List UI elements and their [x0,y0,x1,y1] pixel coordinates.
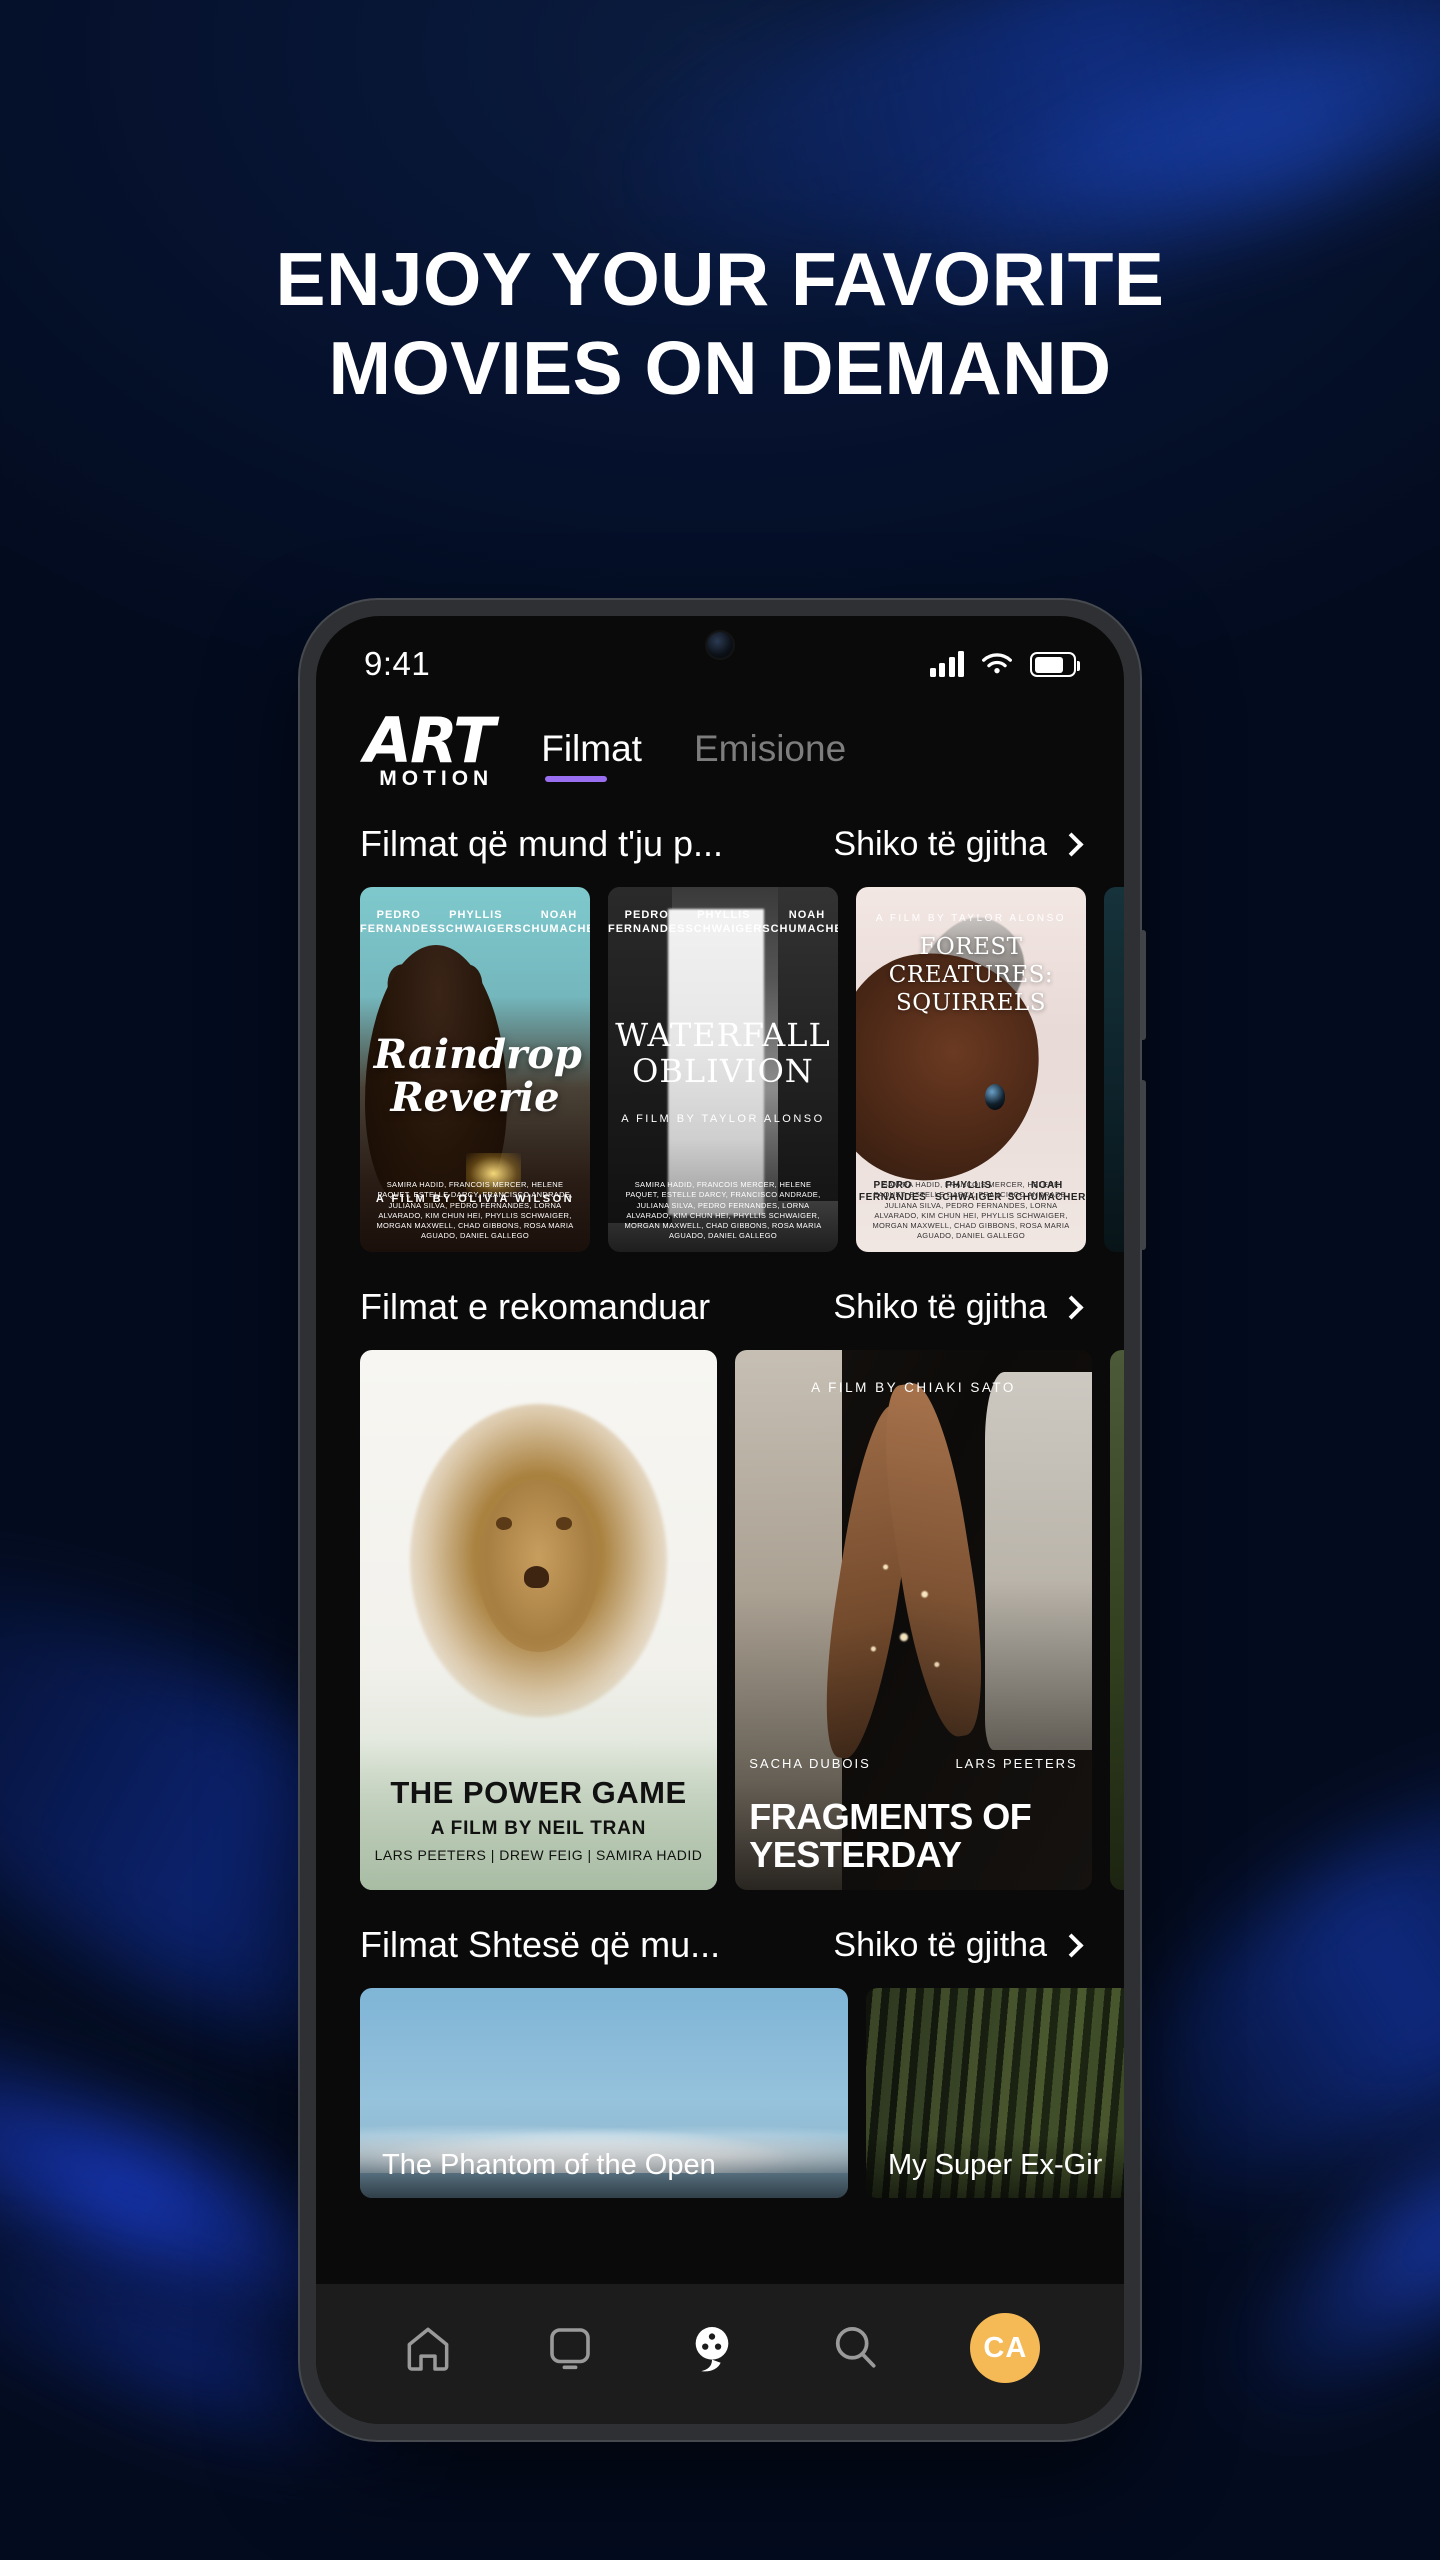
cast-name: PEDRO FERNANDES [360,908,438,935]
chevron-right-icon [1059,1294,1084,1320]
movie-poster-next-peek[interactable] [1110,1350,1124,1890]
decorative-shape [984,1371,1092,1750]
phone-mockup: 9:41 ART MOTION Filmat Emisione Filmat q… [300,600,1146,2440]
poster-info: THE POWER GAME A FILM BY NEIL TRAN LARS … [374,1775,702,1863]
avatar: CA [970,2313,1041,2383]
headline-line-1: ENJOY YOUR FAVORITE [275,237,1165,321]
see-all-button-1[interactable]: Shiko të gjitha [833,824,1084,864]
front-camera-icon [707,632,733,658]
promo-headline: ENJOY YOUR FAVORITE MOVIES ON DEMAND [0,235,1440,412]
phone-side-button [1140,930,1146,1040]
decorative-shape [495,1517,512,1530]
movie-poster-fragments-of-yesterday[interactable]: A FILM BY CHIAKI SATO SACHA DUBOIS LARS … [735,1350,1092,1890]
nav-profile-button[interactable]: CA [970,2313,1041,2383]
headline-line-2: MOVIES ON DEMAND [328,325,1112,410]
cast-name: PEDRO FERNANDES [608,908,686,935]
cast-name: PHYLLIS SCHWAIGER [685,908,763,935]
tv-icon [549,2328,590,2370]
see-all-label: Shiko të gjitha [833,1287,1047,1326]
tab-bar: Filmat Emisione [541,718,846,782]
poster-title-line-2: OBLIVION [632,1052,814,1091]
movie-row-2[interactable]: THE POWER GAME A FILM BY NEIL TRAN LARS … [316,1350,1124,1890]
poster-title: FOREST CREATURES: SQUIRRELS [863,934,1079,1017]
search-icon [836,2327,876,2368]
tab-emisione[interactable]: Emisione [694,728,846,782]
section-title: Filmat Shtesë që mu... [360,1924,721,1965]
poster-director: A FILM BY TAYLOR ALONSO [621,1113,825,1126]
section-header-2: Filmat e rekomanduar Shiko të gjitha [316,1286,1124,1328]
poster-director: A FILM BY CHIAKI SATO [811,1379,1016,1395]
poster-director: A FILM BY NEIL TRAN [430,1818,647,1839]
decorative-shape [524,1566,550,1588]
poster-cast: LARS PEETERS | DREW FEIG | SAMIRA HADID [374,1847,703,1863]
light-streak [1198,2032,1440,2448]
poster-title-line-2: SQUIRRELS [895,989,1046,1016]
poster-credits: SAMIRA HADID, FRANCOIS MERCER, HELENE PA… [872,1180,1070,1240]
card-title: The Phantom of the Open [360,2135,848,2198]
see-all-label: Shiko të gjitha [833,824,1047,863]
film-reel-icon [695,2327,729,2372]
wifi-icon [982,653,1012,674]
poster-credits: SAMIRA HADID, FRANCOIS MERCER, HELENE PA… [376,1180,574,1240]
section-title: Filmat e rekomanduar [360,1286,711,1327]
see-all-button-2[interactable]: Shiko të gjitha [833,1287,1084,1327]
movie-poster-the-power-game[interactable]: THE POWER GAME A FILM BY NEIL TRAN LARS … [360,1350,717,1890]
section-header-3: Filmat Shtesë që mu... Shiko të gjitha [316,1924,1124,1966]
movie-card-the-phantom-of-the-open[interactable]: The Phantom of the Open [360,1988,848,2198]
poster-title: Raindrop Reverie [373,1031,582,1122]
poster-title-line-2: YESTERDAY [749,1834,962,1876]
logo-main-text: ART [364,704,495,777]
poster-cast: PEDRO FERNANDES PHYLLIS SCHWAIGER NOAH S… [360,909,590,937]
poster-title: WATERFALL OBLIVION [615,1018,831,1090]
tab-filmat[interactable]: Filmat [541,728,642,782]
cast-name: PHYLLIS SCHWAIGER [437,908,515,935]
poster-director: A FILM BY TAYLOR ALONSO [875,912,1067,924]
nav-fade [316,2258,1124,2284]
poster-title-line-1: WATERFALL [615,1016,831,1055]
chevron-right-icon [1059,831,1084,857]
nav-tv-button[interactable] [543,2321,597,2375]
poster-title: FRAGMENTS OF YESTERDAY [749,1798,1077,1874]
chevron-right-icon [1059,1932,1084,1958]
home-icon [407,2327,449,2371]
movie-poster-waterfall-oblivion[interactable]: PEDRO FERNANDES PHYLLIS SCHWAIGER NOAH S… [608,887,838,1252]
battery-icon [1030,652,1080,677]
poster-cast: SACHA DUBOIS LARS PEETERS [749,1756,1077,1771]
cast-name: SACHA DUBOIS [749,1756,871,1772]
phone-screen: 9:41 ART MOTION Filmat Emisione Filmat q… [316,616,1124,2424]
see-all-button-3[interactable]: Shiko të gjitha [833,1925,1084,1965]
movie-row-3[interactable]: The Phantom of the Open Wil For My Super… [316,1988,1124,2198]
poster-title: THE POWER GAME [390,1775,687,1810]
app-logo: ART MOTION [364,704,495,790]
see-all-label: Shiko të gjitha [833,1925,1047,1964]
nav-search-button[interactable] [827,2320,883,2376]
movie-card-my-super-ex-girlfriend[interactable]: Wil For My Super Ex-Gir [866,1988,1124,2198]
app-header: ART MOTION Filmat Emisione [316,694,1124,790]
movie-poster-raindrop-reverie[interactable]: PEDRO FERNANDES PHYLLIS SCHWAIGER NOAH S… [360,887,590,1252]
nav-home-button[interactable] [400,2320,456,2376]
cast-name: NOAH SCHUMACHER [514,908,590,935]
nav-movies-button[interactable] [684,2320,740,2376]
movie-poster-next-peek[interactable] [1104,887,1124,1252]
poster-title-line-1: FOREST CREATURES: [888,934,1054,989]
logo-sub-text: MOTION [379,767,494,790]
card-title: My Super Ex-Gir [866,2135,1124,2198]
cellular-bars-icon [929,651,964,677]
poster-credits: SAMIRA HADID, FRANCOIS MERCER, HELENE PA… [624,1180,822,1240]
decorative-shape [849,1528,971,1723]
status-time: 9:41 [364,645,431,682]
poster-cast: PEDRO FERNANDES PHYLLIS SCHWAIGER NOAH S… [608,909,838,937]
section-title: Filmat që mund t'ju p... [360,823,724,864]
decorative-shape [984,1084,1006,1110]
cast-name: NOAH SCHUMACHER [762,908,838,935]
status-icons [929,651,1080,677]
movie-row-1[interactable]: PEDRO FERNANDES PHYLLIS SCHWAIGER NOAH S… [316,887,1124,1252]
poster-title-line-1: FRAGMENTS OF [749,1796,1032,1838]
movie-poster-forest-creatures[interactable]: A FILM BY TAYLOR ALONSO FOREST CREATURES… [856,887,1086,1252]
cast-name: LARS PEETERS [955,1756,1078,1772]
section-header-1: Filmat që mund t'ju p... Shiko të gjitha [316,823,1124,865]
phone-side-button [1140,1080,1146,1250]
bottom-navigation: CA [316,2284,1124,2424]
